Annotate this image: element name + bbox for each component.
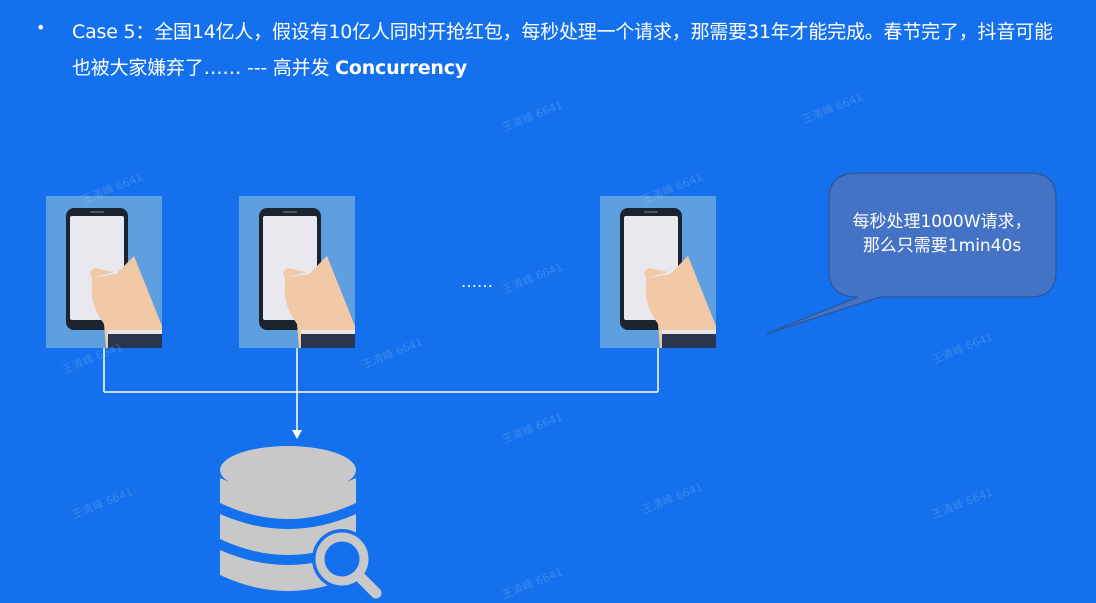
callout-line-2: 那么只需要1min40s bbox=[862, 236, 1022, 256]
database-search-icon bbox=[220, 446, 382, 599]
connector-lines bbox=[103, 348, 659, 430]
diagram-overlay bbox=[103, 172, 1057, 599]
callout-line-1: 每秒处理1000W请求， bbox=[852, 212, 1032, 232]
callout-text: 每秒处理1000W请求， 那么只需要1min40s bbox=[832, 210, 1052, 258]
arrow-head-icon bbox=[292, 430, 302, 439]
